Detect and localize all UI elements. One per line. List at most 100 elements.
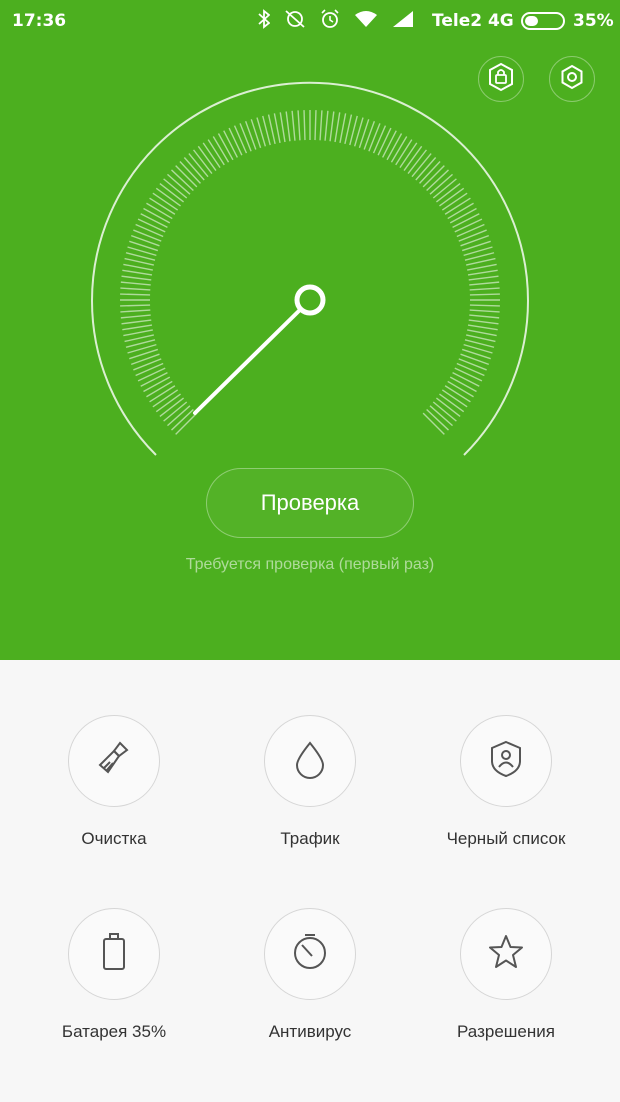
tile-blacklist-circle xyxy=(460,715,552,807)
gauge-tick xyxy=(143,207,171,224)
gauge-tick xyxy=(228,127,243,156)
gauge-tick xyxy=(233,125,248,154)
gauge-tick xyxy=(465,334,496,343)
tile-blacklist[interactable]: Черный список xyxy=(406,715,606,849)
gauge-tick xyxy=(223,130,238,158)
gauge-tick xyxy=(217,133,234,161)
gauge-tick xyxy=(334,112,341,143)
gauge-tick xyxy=(449,376,477,393)
gauge-tick xyxy=(121,319,152,325)
tile-permissions-circle xyxy=(460,908,552,1000)
gauge-tick xyxy=(135,362,164,377)
gauge-tick xyxy=(467,329,497,337)
tile-traffic[interactable]: Трафик xyxy=(210,715,410,849)
gauge-tick xyxy=(467,269,498,276)
gauge-tick xyxy=(368,123,381,152)
gauge-tick xyxy=(468,319,499,325)
shield-user-icon xyxy=(488,739,524,783)
gauge-tick xyxy=(124,257,155,266)
gauge-tick xyxy=(120,281,151,286)
gauge-tick xyxy=(460,234,490,247)
gauge-tick xyxy=(123,329,153,337)
scan-button[interactable]: Проверка xyxy=(206,468,414,538)
gauge-tick xyxy=(133,229,162,242)
tile-battery[interactable]: Батарея 35% xyxy=(14,908,214,1042)
tile-battery-label: Батарея 35% xyxy=(61,1022,167,1041)
gauge-tick xyxy=(458,358,487,371)
gauge-tick xyxy=(449,207,477,224)
gauge-tick xyxy=(324,110,329,141)
gauge-tick xyxy=(469,293,500,296)
gauge-tick xyxy=(467,263,497,271)
gauge-tick xyxy=(319,110,323,141)
gauge-tick xyxy=(273,113,281,143)
gauge-tick xyxy=(469,281,500,286)
gauge-tick xyxy=(469,309,500,313)
gauge-hub xyxy=(294,284,326,316)
gauge-tick xyxy=(377,127,392,156)
tile-battery-circle xyxy=(68,908,160,1000)
gauge-tick xyxy=(386,133,403,161)
gauge-tick xyxy=(363,120,376,150)
gauge-tick xyxy=(469,314,500,319)
gauge-tick xyxy=(458,229,487,242)
tile-cleaner-label: Очистка xyxy=(81,829,147,848)
gauge-tick xyxy=(135,223,164,238)
gauge-tick xyxy=(314,110,317,141)
gauge-tick xyxy=(469,304,500,307)
gauge-tick xyxy=(137,367,166,382)
gauge-tick xyxy=(285,111,291,142)
security-header: 17:36 Tele2 4G 35% Проверка Требуется пр… xyxy=(0,0,620,660)
gauge-tick xyxy=(121,275,152,281)
gauge-tick xyxy=(382,130,397,158)
star-icon xyxy=(486,932,526,976)
gauge-tick xyxy=(124,334,155,343)
tile-blacklist-label: Черный список xyxy=(446,829,566,848)
tile-permissions[interactable]: Разрешения xyxy=(406,908,606,1042)
gauge-tick xyxy=(120,293,151,296)
gauge-tick xyxy=(465,257,496,266)
gauge-tick xyxy=(239,123,252,152)
gauge-ticks xyxy=(120,110,500,435)
tile-permissions-label: Разрешения xyxy=(457,1022,555,1041)
gauge-tick xyxy=(140,372,168,387)
tile-antivirus[interactable]: Антивирус xyxy=(210,908,410,1042)
gauge-tick xyxy=(122,324,153,331)
gauge-tick xyxy=(339,113,347,143)
gauge-tick xyxy=(329,111,335,142)
antivirus-icon xyxy=(290,932,330,976)
tile-cleaner[interactable]: Очистка xyxy=(14,715,214,849)
tile-traffic-circle xyxy=(264,715,356,807)
tile-antivirus-circle xyxy=(264,908,356,1000)
gauge-tick xyxy=(291,110,296,141)
tile-traffic-label: Трафик xyxy=(280,829,340,848)
broom-icon xyxy=(94,739,134,783)
gauge-tick xyxy=(120,309,151,313)
gauge-tick xyxy=(130,353,160,366)
gauge-tick xyxy=(372,125,387,154)
gauge-tick xyxy=(133,358,162,371)
gauge-tick xyxy=(244,120,257,150)
gauge-tick xyxy=(122,269,153,276)
drop-icon xyxy=(293,739,327,783)
gauge-tick xyxy=(143,376,171,393)
gauge-tick xyxy=(297,110,301,141)
gauge-tick xyxy=(460,353,490,366)
gauge-tick xyxy=(279,112,286,143)
tile-antivirus-label: Антивирус xyxy=(268,1022,352,1041)
gauge-tick xyxy=(456,223,485,238)
gauge-tick xyxy=(468,275,499,281)
gauge-tick xyxy=(140,213,168,228)
gauge-tick xyxy=(123,263,153,271)
gauge-tick xyxy=(120,287,151,291)
gauge-tick xyxy=(452,372,480,387)
gauge-tick xyxy=(454,218,483,233)
gauge-tick xyxy=(452,213,480,228)
gauge-tick xyxy=(267,114,276,145)
gauge-tick xyxy=(130,234,160,247)
tile-cleaner-circle xyxy=(68,715,160,807)
gauge-tick xyxy=(120,304,151,307)
gauge-tick xyxy=(469,287,500,291)
battery-icon xyxy=(100,932,128,976)
gauge-tick xyxy=(303,110,306,141)
